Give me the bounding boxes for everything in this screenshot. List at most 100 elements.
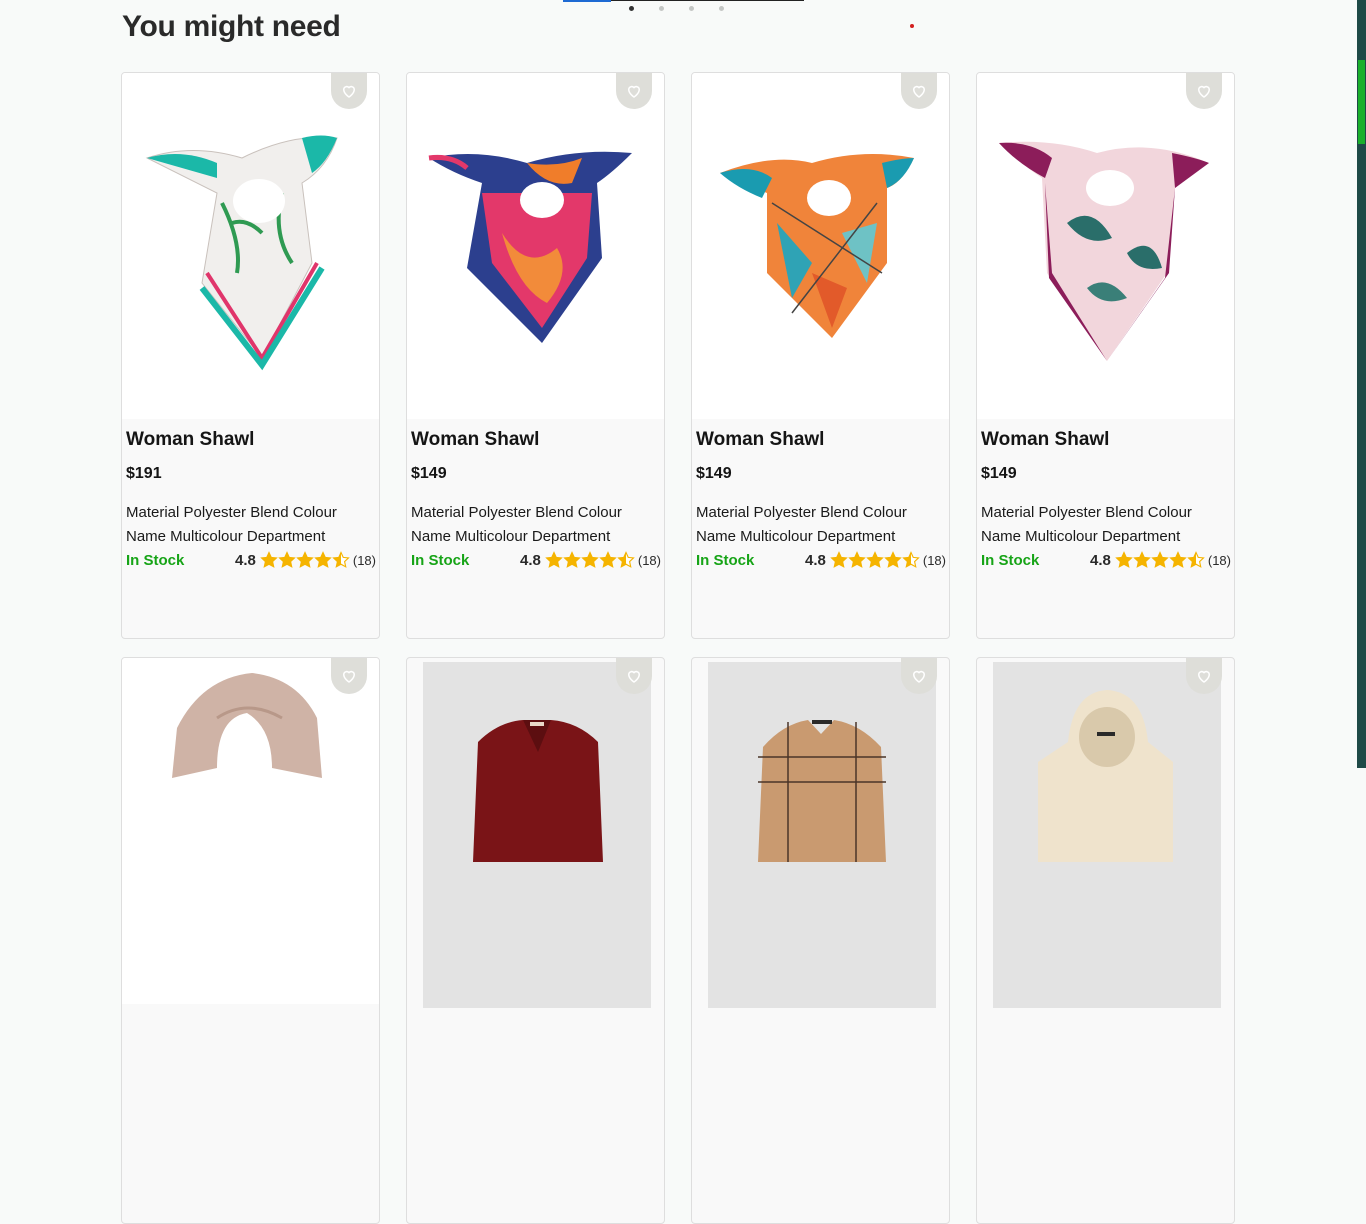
product-price: $149	[411, 465, 447, 482]
section-title: You might need	[122, 10, 341, 43]
star-full-icon	[1115, 551, 1133, 568]
product-name[interactable]: Woman Shawl	[696, 429, 824, 451]
product-image[interactable]	[692, 73, 949, 419]
heart-outline-icon	[912, 85, 926, 98]
product-price: $149	[696, 465, 732, 482]
rating-stars	[1115, 551, 1205, 569]
review-count[interactable]: (18)	[353, 553, 376, 568]
favorite-button[interactable]	[616, 73, 652, 109]
favorite-button[interactable]	[901, 658, 937, 694]
carousel-dot-1[interactable]	[629, 6, 634, 11]
burgundy-shirt-image	[473, 720, 603, 862]
scarf-image	[720, 154, 914, 338]
stock-status: In Stock	[411, 552, 470, 569]
review-count[interactable]: (18)	[638, 553, 661, 568]
favorite-button[interactable]	[331, 73, 367, 109]
scrollbar-thumb[interactable]	[1358, 60, 1365, 144]
carousel-dot-2[interactable]	[659, 6, 664, 11]
star-full-icon	[848, 551, 866, 568]
favorite-button[interactable]	[331, 658, 367, 694]
rating-value: 4.8	[520, 551, 541, 569]
star-half-icon	[617, 551, 635, 568]
page-scrollbar[interactable]	[1357, 0, 1366, 768]
cream-hoodie-image	[1038, 690, 1173, 862]
favorite-button[interactable]	[901, 73, 937, 109]
product-rating: 4.8 (18)	[805, 551, 946, 569]
stock-status: In Stock	[981, 552, 1040, 569]
star-full-icon	[1169, 551, 1187, 568]
stock-status: In Stock	[696, 552, 755, 569]
scarf-image	[428, 151, 632, 343]
star-half-icon	[902, 551, 920, 568]
product-card[interactable]	[406, 657, 665, 1224]
heart-outline-icon	[627, 670, 641, 683]
product-image[interactable]	[122, 658, 379, 1004]
review-count[interactable]: (18)	[923, 553, 946, 568]
review-count[interactable]: (18)	[1208, 553, 1231, 568]
product-description: Material Polyester Blend Colour Name Mul…	[411, 504, 622, 545]
stock-status: In Stock	[126, 552, 185, 569]
product-name[interactable]: Woman Shawl	[981, 429, 1109, 451]
star-full-icon	[296, 551, 314, 568]
star-full-icon	[866, 551, 884, 568]
product-image[interactable]	[423, 662, 651, 1008]
beige-scarf-image	[172, 673, 322, 778]
product-card[interactable]	[976, 657, 1235, 1224]
product-image[interactable]	[708, 662, 936, 1008]
product-card[interactable]: Woman Shawl $149 Material Polyester Blen…	[691, 72, 950, 639]
star-full-icon	[884, 551, 902, 568]
product-image[interactable]	[122, 73, 379, 419]
scarf-image	[145, 135, 338, 371]
favorite-button[interactable]	[1186, 73, 1222, 109]
tan-plaid-shirt-image	[758, 720, 886, 862]
rating-value: 4.8	[235, 551, 256, 569]
product-image[interactable]	[977, 73, 1234, 419]
rating-stars	[830, 551, 920, 569]
product-card[interactable]: Woman Shawl $149 Material Polyester Blen…	[976, 72, 1235, 639]
product-rating: 4.8 (18)	[1090, 551, 1231, 569]
rating-stars	[545, 551, 635, 569]
star-half-icon	[1187, 551, 1205, 568]
notification-dot	[910, 24, 914, 28]
product-description: Material Polyester Blend Colour Name Mul…	[981, 504, 1192, 545]
star-full-icon	[563, 551, 581, 568]
star-full-icon	[1151, 551, 1169, 568]
star-full-icon	[830, 551, 848, 568]
star-full-icon	[1133, 551, 1151, 568]
product-image[interactable]	[407, 73, 664, 419]
product-card[interactable]: Woman Shawl $191 Material Polyester Blen…	[121, 72, 380, 639]
heart-outline-icon	[342, 85, 356, 98]
product-card[interactable]	[121, 657, 380, 1224]
favorite-button[interactable]	[616, 658, 652, 694]
product-price: $149	[981, 465, 1017, 482]
heart-outline-icon	[627, 85, 641, 98]
product-rating: 4.8 (18)	[235, 551, 376, 569]
star-half-icon	[332, 551, 350, 568]
product-description: Material Polyester Blend Colour Name Mul…	[696, 504, 907, 545]
product-rating: 4.8 (18)	[520, 551, 661, 569]
product-card[interactable]: Woman Shawl $149 Material Polyester Blen…	[406, 72, 665, 639]
product-description: Material Polyester Blend Colour Name Mul…	[126, 504, 337, 545]
star-full-icon	[314, 551, 332, 568]
star-full-icon	[599, 551, 617, 568]
carousel-dot-4[interactable]	[719, 6, 724, 11]
favorite-button[interactable]	[1186, 658, 1222, 694]
rating-stars	[260, 551, 350, 569]
product-image[interactable]	[993, 662, 1221, 1008]
star-full-icon	[260, 551, 278, 568]
rating-value: 4.8	[1090, 551, 1111, 569]
scarf-image	[999, 141, 1209, 361]
product-card[interactable]	[691, 657, 950, 1224]
carousel-dots	[629, 6, 749, 11]
product-price: $191	[126, 465, 162, 482]
heart-outline-icon	[1197, 670, 1211, 683]
carousel-progress-bar	[563, 0, 804, 2]
star-full-icon	[545, 551, 563, 568]
product-name[interactable]: Woman Shawl	[411, 429, 539, 451]
product-name[interactable]: Woman Shawl	[126, 429, 254, 451]
heart-outline-icon	[342, 670, 356, 683]
carousel-dot-3[interactable]	[689, 6, 694, 11]
star-full-icon	[581, 551, 599, 568]
heart-outline-icon	[912, 670, 926, 683]
rating-value: 4.8	[805, 551, 826, 569]
